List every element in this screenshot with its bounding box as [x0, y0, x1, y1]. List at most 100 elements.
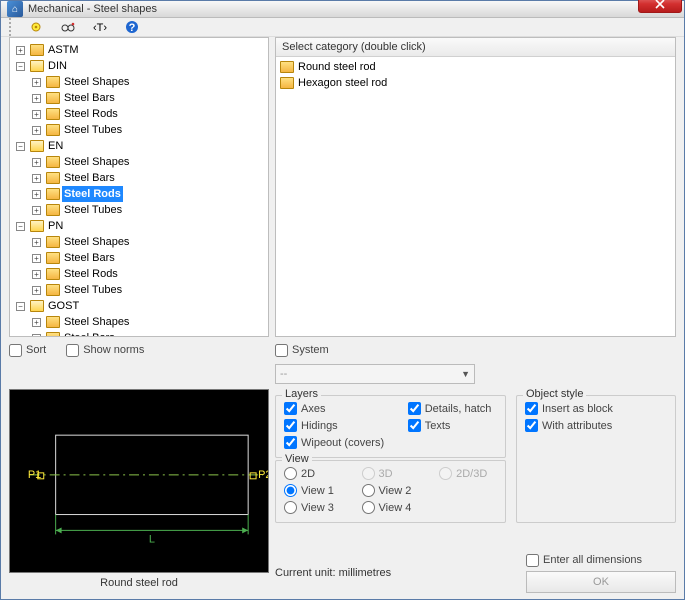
svg-text:L: L: [149, 533, 155, 545]
tree-item-label[interactable]: Steel Rods: [62, 106, 120, 122]
ok-button[interactable]: OK: [526, 571, 676, 593]
layer-texts-checkbox[interactable]: Texts: [408, 419, 497, 432]
toolbar-find-button[interactable]: [59, 18, 77, 36]
insert-as-block-checkbox[interactable]: Insert as block: [525, 402, 667, 415]
tree-expander[interactable]: +: [32, 110, 41, 119]
tree-expander[interactable]: +: [32, 286, 41, 295]
folder-icon: [30, 300, 44, 312]
tree-expander[interactable]: +: [32, 158, 41, 167]
tree-item-label[interactable]: Steel Shapes: [62, 154, 131, 170]
tree-item-label[interactable]: DIN: [46, 58, 69, 74]
folder-icon: [30, 44, 44, 56]
tree-item-label[interactable]: Steel Tubes: [62, 122, 124, 138]
view-1-radio[interactable]: View 1: [284, 484, 344, 497]
tree-expander[interactable]: +: [32, 206, 41, 215]
preview-column: P1 P2 L Round steel rod: [9, 389, 269, 593]
view-3-radio[interactable]: View 3: [284, 501, 344, 514]
body: + ASTM − DIN + Steel Shapes + Steel Bars + Steel …: [1, 37, 684, 601]
right-column: Layers Axes Details, hatch Hidings Texts…: [275, 389, 676, 593]
tree-expander[interactable]: −: [16, 302, 25, 311]
with-attributes-checkbox[interactable]: With attributes: [525, 419, 667, 432]
tree-expander[interactable]: +: [32, 94, 41, 103]
tree-expander[interactable]: +: [32, 190, 41, 199]
app-icon: ⌂: [7, 1, 23, 17]
folder-icon: [46, 252, 60, 264]
titlebar: ⌂ Mechanical - Steel shapes: [1, 1, 684, 18]
tree-item-label[interactable]: Steel Shapes: [62, 314, 131, 330]
tree-item-label[interactable]: Steel Shapes: [62, 74, 131, 90]
tree-item-label[interactable]: Steel Bars: [62, 250, 117, 266]
view-4-radio[interactable]: View 4: [362, 501, 422, 514]
tree-expander[interactable]: +: [32, 318, 41, 327]
view-fieldset: View 2D 3D 2D/3D View 1 View 2 View 3 Vi…: [275, 460, 506, 523]
system-combobox[interactable]: --▼: [275, 364, 475, 384]
tree-expander[interactable]: −: [16, 62, 25, 71]
tree-item-label[interactable]: Steel Rods: [62, 186, 123, 202]
folder-icon: [46, 108, 60, 120]
tree-expander[interactable]: +: [32, 270, 41, 279]
view-3d-radio: 3D: [362, 467, 422, 480]
tree-expander[interactable]: +: [32, 238, 41, 247]
tree-expander[interactable]: +: [32, 174, 41, 183]
tree-item-label[interactable]: ASTM: [46, 42, 81, 58]
show-norms-checkbox[interactable]: Show norms: [66, 344, 144, 357]
list-item-label: Round steel rod: [298, 61, 376, 73]
tree-item-label[interactable]: Steel Tubes: [62, 282, 124, 298]
tree-item-label[interactable]: EN: [46, 138, 65, 154]
toolbar-help-button[interactable]: ?: [123, 18, 141, 36]
folder-icon: [30, 60, 44, 72]
options-row: Sort Show norms System: [9, 341, 676, 359]
list-item[interactable]: Round steel rod: [280, 59, 671, 75]
toolbar: ‹T› ?: [1, 18, 684, 37]
tree-expander[interactable]: +: [32, 78, 41, 87]
tree-item-label[interactable]: Steel Tubes: [62, 202, 124, 218]
folder-icon: [280, 61, 294, 73]
layer-axes-checkbox[interactable]: Axes: [284, 402, 390, 415]
svg-text:?: ?: [129, 22, 136, 34]
binoculars-icon: [61, 20, 75, 34]
folder-icon: [46, 268, 60, 280]
tree-expander[interactable]: +: [16, 46, 25, 55]
folder-icon: [30, 140, 44, 152]
tree-item-label[interactable]: PN: [46, 218, 65, 234]
folder-icon: [46, 156, 60, 168]
help-icon: ?: [125, 20, 139, 34]
sort-checkbox[interactable]: Sort: [9, 344, 46, 357]
tree-expander[interactable]: +: [32, 254, 41, 263]
close-button[interactable]: [638, 0, 682, 13]
layer-hidings-checkbox[interactable]: Hidings: [284, 419, 390, 432]
toolbar-cog-button[interactable]: [27, 18, 45, 36]
category-list: Select category (double click) Round ste…: [275, 37, 676, 337]
tree-item-label[interactable]: GOST: [46, 298, 81, 314]
svg-text:‹T›: ‹T›: [93, 22, 107, 34]
folder-icon: [46, 284, 60, 296]
folder-icon: [46, 204, 60, 216]
layers-fieldset: Layers Axes Details, hatch Hidings Texts…: [275, 395, 506, 458]
view-2d-radio[interactable]: 2D: [284, 467, 344, 480]
toolbar-text-button[interactable]: ‹T›: [91, 18, 109, 36]
enter-all-dimensions-checkbox[interactable]: Enter all dimensions: [526, 554, 642, 567]
system-checkbox[interactable]: System: [275, 344, 329, 357]
current-unit-label: Current unit: millimetres: [275, 567, 391, 579]
tree-expander[interactable]: −: [16, 142, 25, 151]
list-item[interactable]: Hexagon steel rod: [280, 75, 671, 91]
text-icon: ‹T›: [93, 20, 107, 34]
tree-expander[interactable]: +: [32, 126, 41, 135]
svg-text:P1: P1: [28, 469, 41, 481]
layer-wipeout-checkbox[interactable]: Wipeout (covers): [284, 436, 390, 449]
tree-item-label[interactable]: Steel Bars: [62, 330, 117, 337]
category-tree[interactable]: + ASTM − DIN + Steel Shapes + Steel Bars + Steel …: [9, 37, 269, 337]
tree-item-label[interactable]: Steel Bars: [62, 170, 117, 186]
folder-icon: [30, 220, 44, 232]
layer-details-checkbox[interactable]: Details, hatch: [408, 402, 497, 415]
tree-item-label[interactable]: Steel Bars: [62, 90, 117, 106]
close-icon: [655, 0, 665, 9]
view-2-radio[interactable]: View 2: [362, 484, 422, 497]
tree-item-label[interactable]: Steel Shapes: [62, 234, 131, 250]
folder-icon: [46, 124, 60, 136]
window-title: Mechanical - Steel shapes: [28, 3, 638, 15]
tree-item-label[interactable]: Steel Rods: [62, 266, 120, 282]
list-body[interactable]: Round steel rod Hexagon steel rod: [276, 57, 675, 93]
tree-expander[interactable]: −: [16, 222, 25, 231]
tree-expander[interactable]: +: [32, 334, 41, 338]
